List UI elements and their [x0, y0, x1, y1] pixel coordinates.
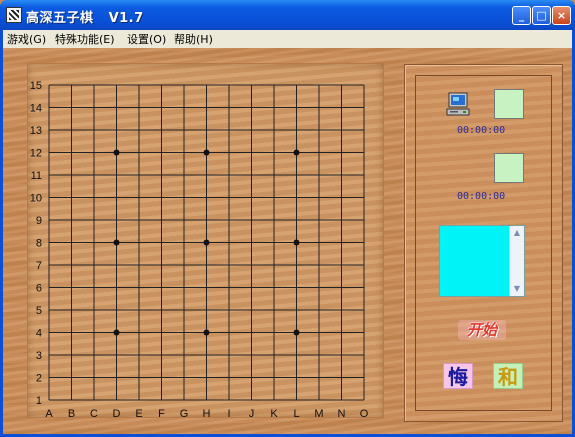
scroll-up-icon[interactable]: ▲	[511, 227, 523, 239]
board-grid[interactable]: A B C D E F G H I J K L M N O 15 14 13 12 11 10 9 8 7 6 5 4 3 2 1	[28, 64, 383, 417]
minimize-button[interactable]: _	[512, 6, 531, 25]
row-label: 7	[36, 260, 42, 272]
move-list-scrollbar[interactable]: ▲ ▼	[509, 226, 524, 296]
star-point	[293, 149, 300, 156]
start-button[interactable]: 开始	[458, 320, 506, 340]
row-label: 15	[30, 80, 42, 92]
column-label: M	[314, 408, 323, 417]
computer-icon	[446, 92, 470, 116]
star-point	[293, 329, 300, 336]
row-label: 3	[36, 350, 42, 362]
star-point	[293, 239, 300, 246]
player2-stone-swatch	[494, 153, 524, 183]
close-button[interactable]: ×	[552, 6, 571, 25]
column-label: K	[270, 408, 278, 417]
column-label: N	[338, 408, 346, 417]
window-title: 高深五子棋 V1.7	[26, 11, 144, 26]
menu-help[interactable]: 帮助(H)	[174, 31, 213, 47]
column-label: C	[90, 408, 98, 417]
star-point	[203, 329, 210, 336]
menu-bar: 游戏(G) 特殊功能(E) 设置(O) 帮助(H)	[3, 30, 572, 48]
player1-stone-swatch	[494, 89, 524, 119]
column-label: F	[158, 408, 165, 417]
row-label: 9	[36, 215, 42, 227]
row-label: 12	[30, 148, 42, 160]
row-label: 10	[30, 193, 42, 205]
scroll-down-icon[interactable]: ▼	[511, 283, 523, 295]
move-list[interactable]: ▲ ▼	[439, 225, 525, 297]
row-label: 5	[36, 305, 42, 317]
game-area: A B C D E F G H I J K L M N O 15 14 13 12 11 10 9 8 7 6 5 4 3 2 1 00:…	[3, 48, 572, 434]
menu-special[interactable]: 特殊功能(E)	[55, 31, 115, 47]
row-label: 4	[36, 328, 42, 340]
star-point	[113, 329, 120, 336]
column-label: E	[135, 408, 142, 417]
title-bar[interactable]: 高深五子棋 V1.7 _ □ ×	[0, 0, 575, 30]
player1-timer: 00:00:00	[457, 125, 506, 136]
app-window: 高深五子棋 V1.7 _ □ × 游戏(G) 特殊功能(E) 设置(O) 帮助(…	[0, 0, 575, 437]
column-label: B	[68, 408, 75, 417]
player2-timer: 00:00:00	[457, 191, 506, 202]
gomoku-board[interactable]: A B C D E F G H I J K L M N O 15 14 13 12 11 10 9 8 7 6 5 4 3 2 1	[28, 64, 383, 417]
row-label: 1	[36, 395, 42, 407]
row-label: 13	[30, 125, 42, 137]
row-label: 14	[30, 103, 42, 115]
column-label: O	[360, 408, 369, 417]
column-label: H	[203, 408, 211, 417]
row-label: 11	[31, 170, 42, 182]
row-label: 8	[36, 238, 42, 250]
star-point	[113, 239, 120, 246]
column-label: J	[249, 408, 255, 417]
menu-settings[interactable]: 设置(O)	[127, 31, 166, 47]
star-point	[113, 149, 120, 156]
column-label: A	[45, 408, 53, 417]
side-panel: 00:00:00 00:00:00 ▲ ▼ 开始 悔 和	[404, 64, 563, 422]
star-point	[203, 239, 210, 246]
row-label: 6	[36, 283, 42, 295]
column-label: G	[180, 408, 189, 417]
column-label: I	[227, 408, 230, 417]
gomoku-app-icon[interactable]	[6, 7, 22, 23]
column-label: D	[113, 408, 121, 417]
column-label: L	[293, 408, 299, 417]
undo-button[interactable]: 悔	[443, 363, 473, 389]
menu-game[interactable]: 游戏(G)	[7, 31, 46, 47]
draw-button[interactable]: 和	[493, 363, 523, 389]
maximize-button[interactable]: □	[532, 6, 551, 25]
star-point	[203, 149, 210, 156]
row-label: 2	[36, 373, 42, 385]
